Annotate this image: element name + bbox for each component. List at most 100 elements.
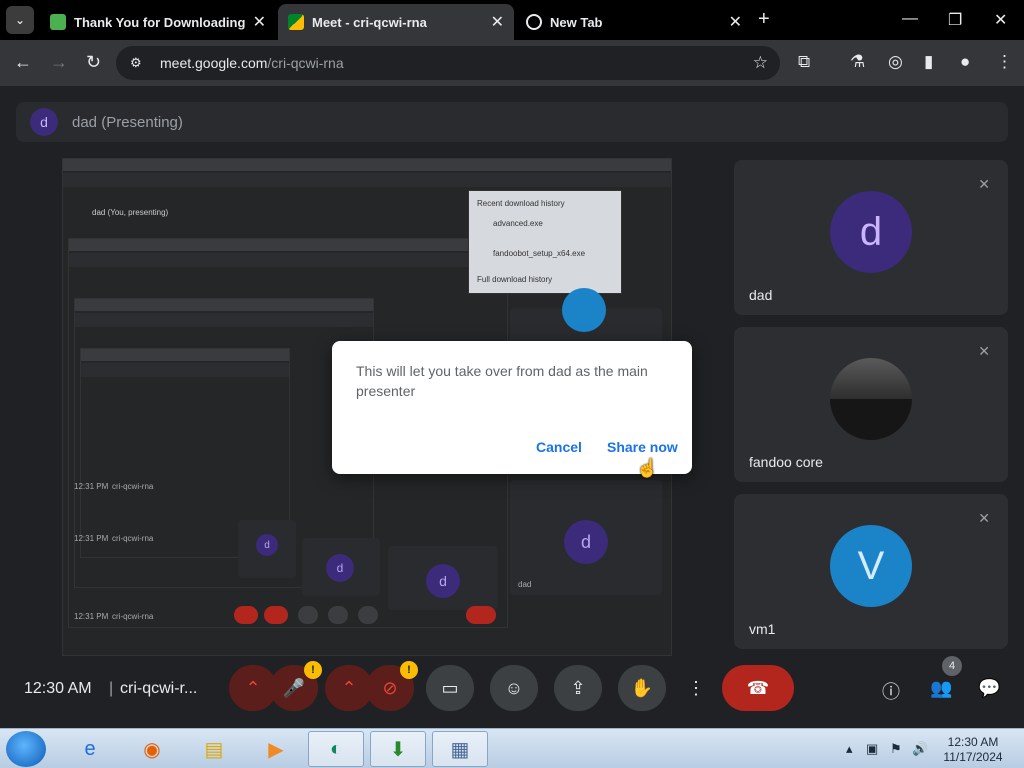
download-item: fandoobot_setup_x64.exe xyxy=(493,249,586,258)
presenting-banner: d dad (Presenting) xyxy=(16,102,1008,142)
mic-off-icon: ✕ xyxy=(978,343,990,359)
nested-tile-dad: d dad xyxy=(510,480,662,595)
download-manager-icon[interactable]: ⬇ xyxy=(370,731,426,767)
nested-presenting-text: dad (You, presenting) xyxy=(92,208,169,217)
chat-icon[interactable]: 💬 xyxy=(978,678,1000,699)
url-text: meet.google.com/cri-qcwi-rna xyxy=(160,55,344,71)
nested-avatar: d xyxy=(564,520,608,564)
nested-tile-name: dad xyxy=(518,580,532,589)
participant-avatar: V xyxy=(830,525,912,607)
mic-off-icon: 🎤 xyxy=(282,677,306,698)
share-now-button[interactable]: Share now xyxy=(607,439,678,455)
nested-code: cri-qcwi-rna xyxy=(112,482,154,491)
meet-app-icon[interactable]: ◐ xyxy=(308,731,364,767)
present-icon: ⇪ xyxy=(570,677,586,698)
camera-warning-badge: ! xyxy=(400,661,418,679)
start-button[interactable] xyxy=(6,731,46,767)
raise-hand-button[interactable]: ✋ xyxy=(618,665,666,711)
more-options-button[interactable]: ⋮ xyxy=(676,665,716,711)
nested-mic-button xyxy=(234,606,258,624)
installer-icon[interactable]: ▦ xyxy=(432,731,488,767)
tab-downloads[interactable]: Thank You for Downloading Ea ✕ xyxy=(40,4,276,40)
nested-ctrl xyxy=(298,606,318,624)
chrome-icon xyxy=(526,14,542,30)
participant-avatar: d xyxy=(830,191,912,273)
plus-icon: + xyxy=(758,8,770,30)
close-tab-icon[interactable]: ✕ xyxy=(491,12,504,32)
nested-avatar: d xyxy=(426,564,460,598)
leave-call-button[interactable]: ☎ xyxy=(722,665,794,711)
download-panel-title: Recent download history xyxy=(477,199,565,208)
close-tab-icon[interactable]: ✕ xyxy=(729,12,742,32)
nested-avatar: d xyxy=(326,554,354,582)
people-icon[interactable]: 👥 xyxy=(930,678,952,699)
bookmark-star-icon[interactable]: ☆ xyxy=(753,53,768,73)
captions-icon: ▭ xyxy=(441,677,459,698)
captions-button[interactable]: ▭ xyxy=(426,665,474,711)
forward-icon[interactable]: → xyxy=(50,52,68,73)
meet-control-bar: 12:30 AM | cri-qcwi-r... ⌃ 🎤 ! ⌃ ⊘ ! ▭ ☺… xyxy=(0,644,1024,728)
cancel-button[interactable]: Cancel xyxy=(536,439,582,455)
mic-off-icon: ✕ xyxy=(978,510,990,526)
dialog-message: This will let you take over from dad as … xyxy=(356,363,648,399)
action-center-flag-icon[interactable]: ⚑ xyxy=(890,741,902,757)
address-bar[interactable]: ⚙ meet.google.com/cri-qcwi-rna ☆ xyxy=(116,46,780,80)
file-explorer-icon[interactable]: ▤ xyxy=(186,731,242,767)
chevron-down-icon: ⌄ xyxy=(14,13,26,27)
take-over-presenter-dialog: This will let you take over from dad as … xyxy=(332,341,692,474)
participant-name: fandoo core xyxy=(749,454,823,470)
system-time: 12:30 AM xyxy=(947,735,999,749)
tab-new-tab[interactable]: New Tab ✕ xyxy=(516,4,752,40)
nested-ctrl xyxy=(358,606,378,624)
participant-tile-dad: ✕ d dad xyxy=(734,160,1008,315)
site-favicon-icon xyxy=(50,14,66,30)
reload-icon[interactable]: ↻ xyxy=(86,52,101,73)
full-history-link: Full download history xyxy=(477,275,553,284)
participant-avatar xyxy=(830,358,912,440)
site-info-icon[interactable]: ⚙ xyxy=(130,55,148,71)
media-player-icon[interactable]: ▶ xyxy=(248,731,304,767)
system-date: 11/17/2024 xyxy=(943,750,1003,764)
minimize-button[interactable]: — xyxy=(902,10,918,28)
new-tab-button[interactable]: + xyxy=(758,8,770,31)
nested-tile-small: d xyxy=(238,520,296,578)
extensions-icon[interactable]: ⧉ xyxy=(798,52,810,72)
nested-code: cri-qcwi-rna xyxy=(112,534,154,543)
tab-title: New Tab xyxy=(550,14,603,30)
nested-tile-small: d xyxy=(302,538,380,596)
volume-icon[interactable]: 🔊 xyxy=(912,741,928,757)
url-path: /cri-qcwi-rna xyxy=(267,55,344,71)
reactions-button[interactable]: ☺ xyxy=(490,665,538,711)
nested-cam-button xyxy=(264,606,288,624)
restore-button[interactable]: ❐ xyxy=(948,10,962,30)
hand-icon: ✋ xyxy=(630,677,654,698)
nested-download-panel: Recent download history advanced.exe fan… xyxy=(468,190,622,294)
labs-flask-icon[interactable]: ⚗ xyxy=(850,52,865,72)
presenting-label: dad (Presenting) xyxy=(72,113,183,131)
back-icon[interactable]: ← xyxy=(14,52,32,73)
tab-search-button[interactable]: ⌄ xyxy=(6,6,34,34)
window-close-button[interactable]: ✕ xyxy=(994,10,1007,30)
internet-explorer-icon[interactable]: e xyxy=(62,731,118,767)
system-clock[interactable]: 12:30 AM 11/17/2024 xyxy=(938,735,1008,765)
profile-avatar-icon[interactable]: ● xyxy=(960,52,970,72)
more-menu-icon[interactable]: ⋮ xyxy=(996,52,1013,72)
present-screen-button[interactable]: ⇪ xyxy=(554,665,602,711)
tray-expand-icon[interactable]: ▴ xyxy=(846,741,853,757)
participant-tile-vm1: ✕ V vm1 xyxy=(734,494,1008,649)
tab-meet[interactable]: Meet - cri-qcwi-rna ✕ xyxy=(278,4,514,40)
meeting-clock: 12:30 AM xyxy=(24,680,92,697)
meeting-info-icon[interactable]: ⓘ xyxy=(882,678,900,704)
camera-off-icon: ⊘ xyxy=(382,677,398,698)
nested-tile-small: d xyxy=(388,546,498,610)
meeting-code: cri-qcwi-r... xyxy=(120,680,198,697)
side-panel-icon[interactable]: ▮ xyxy=(924,52,933,72)
extension-globe-icon[interactable]: ◎ xyxy=(888,52,903,72)
nested-code: cri-qcwi-rna xyxy=(112,612,154,621)
close-tab-icon[interactable]: ✕ xyxy=(253,12,266,32)
nested-ctrl xyxy=(328,606,348,624)
firefox-icon[interactable]: ◉ xyxy=(124,731,180,767)
chevron-up-icon: ⌃ xyxy=(245,677,261,698)
network-icon[interactable]: ▣ xyxy=(866,741,878,757)
separator: | xyxy=(109,680,114,697)
